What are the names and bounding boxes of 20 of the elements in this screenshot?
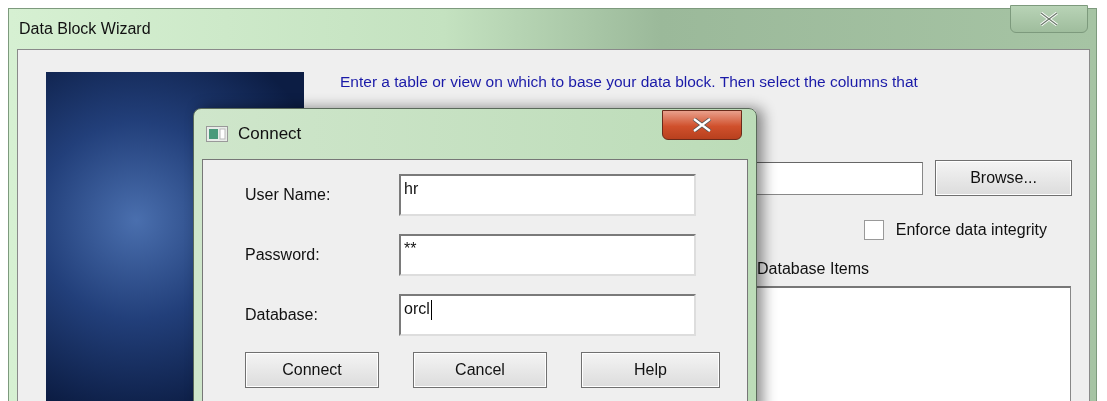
field-label: Password: bbox=[245, 246, 321, 264]
browse-button[interactable]: Browse... bbox=[935, 160, 1072, 196]
dialog-title: Connect bbox=[238, 124, 303, 144]
checkbox-label: Enforce data integrity bbox=[895, 221, 1047, 239]
window-icon bbox=[206, 126, 228, 142]
input-field[interactable]: orcl bbox=[399, 294, 696, 336]
window-title: Data Block Wizard bbox=[19, 20, 151, 38]
dialog-button[interactable]: Connect bbox=[245, 352, 379, 388]
close-icon bbox=[691, 118, 713, 132]
input-field[interactable]: ** bbox=[399, 234, 696, 276]
checkbox[interactable] bbox=[863, 220, 884, 240]
list-label: Database Items bbox=[757, 260, 871, 278]
field-label: Database: bbox=[245, 306, 319, 324]
dialog-button[interactable]: Help bbox=[581, 352, 720, 388]
wizard-description: Enter a table or view on which to base your data block. Then select the columns that bbox=[340, 72, 919, 92]
field-label: User Name: bbox=[245, 186, 332, 204]
dialog-button[interactable]: Cancel bbox=[413, 352, 547, 388]
close-button[interactable] bbox=[662, 110, 742, 140]
input-field[interactable]: hr bbox=[399, 174, 696, 216]
close-icon bbox=[1038, 12, 1060, 26]
